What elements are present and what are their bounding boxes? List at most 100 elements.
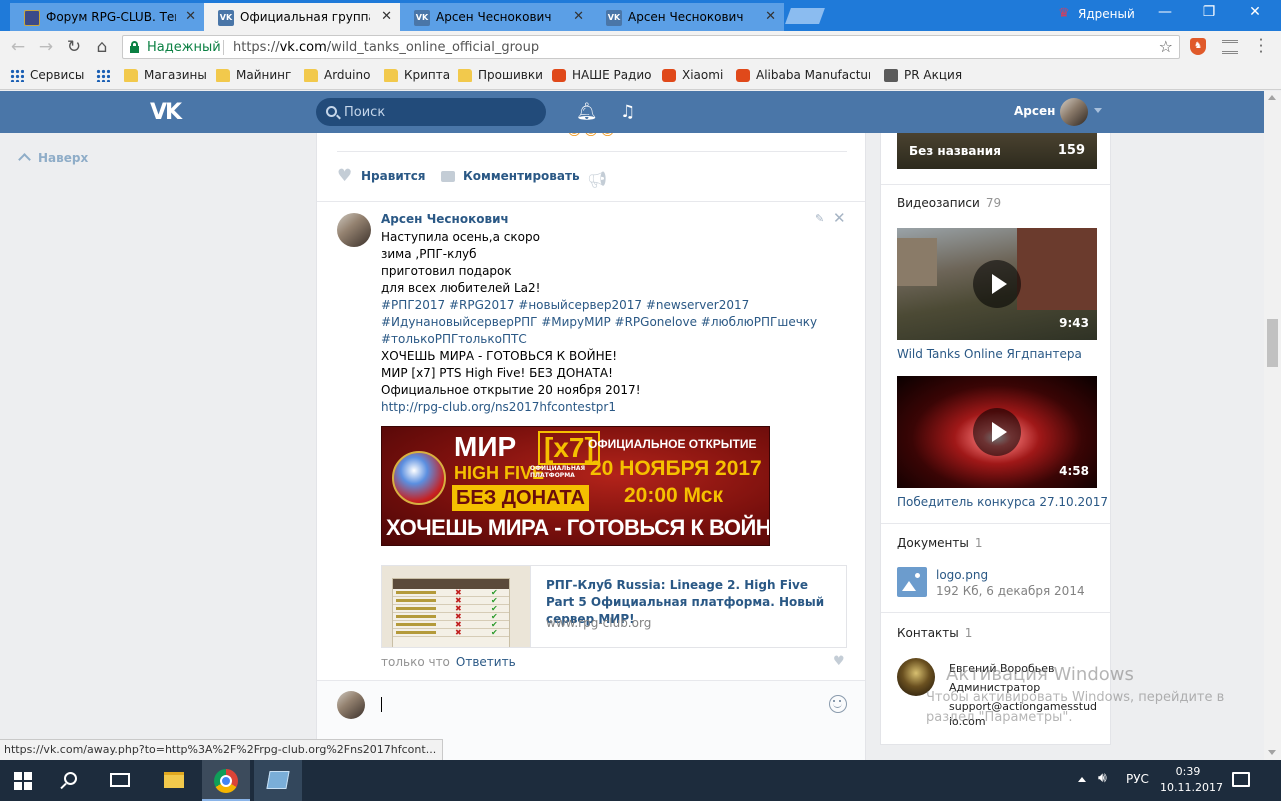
speaker-volume-icon[interactable]: 🔊︎ [1098, 770, 1107, 786]
incognito-profile-icon[interactable]: ♛ [1058, 6, 1074, 22]
clock-time: 0:39 [1175, 765, 1201, 778]
security-label[interactable]: Надежный [147, 40, 221, 55]
new-tab-button[interactable] [785, 8, 825, 24]
link-preview-card[interactable]: ✖ ✔ ✖ ✔ ✖ ✔ ✖ ✔ ✖ ✔ ✖ ✔ РПГ-Клуб Russia: Linea… [381, 565, 847, 648]
forward-arrow-icon[interactable]: → [35, 36, 57, 58]
browser-profile-name[interactable]: Ядреный [1078, 7, 1135, 21]
back-arrow-icon[interactable]: ← [7, 36, 29, 58]
scroll-down-arrow-icon[interactable] [1268, 750, 1276, 755]
bookmark-folder[interactable]: Arduino [304, 68, 370, 84]
search-icon[interactable] [64, 772, 77, 785]
vk-logo-icon[interactable]: VK [150, 100, 184, 125]
reply-link[interactable]: Ответить [456, 655, 516, 669]
photo-album-card[interactable]: Без названия 159 [897, 133, 1097, 169]
bookmark-label: Alibaba Manufacturer [756, 68, 870, 82]
bookmark-folder[interactable]: Крипта [384, 68, 450, 84]
brave-extension-icon[interactable]: ♞ [1190, 38, 1206, 55]
bookmark-folder[interactable]: Магазины [124, 68, 207, 84]
close-tab-icon[interactable]: ✕ [573, 9, 584, 24]
address-bar[interactable]: Надежный https://vk.com/wild_tanks_onlin… [122, 35, 1180, 59]
comment-author-avatar[interactable] [337, 213, 371, 247]
bookmark-folder[interactable]: Майнинг [216, 68, 291, 84]
close-tab-icon[interactable]: ✕ [765, 9, 776, 24]
chrome-icon[interactable] [214, 769, 238, 793]
extension-icon[interactable] [1222, 40, 1238, 54]
bookmark-item[interactable]: PR Акция [884, 68, 962, 84]
documents-header[interactable]: Документы 1 [897, 536, 982, 550]
windows-start-icon[interactable] [0, 760, 48, 801]
album-name: Без названия [909, 144, 1001, 158]
show-hidden-icons-chevron-icon[interactable] [1078, 777, 1086, 782]
video-title[interactable]: Победитель конкурса 27.10.2017 [897, 495, 1108, 509]
comparison-table-image: ✖ ✔ ✖ ✔ ✖ ✔ ✖ ✔ ✖ ✔ ✖ ✔ [392, 578, 510, 647]
nashe-radio-icon [552, 69, 566, 82]
scroll-up-arrow-icon[interactable] [1268, 95, 1276, 100]
contacts-header[interactable]: Контакты 1 [897, 626, 972, 640]
bookmarks-bar: Сервисы Магазины Майнинг Arduino Крипта … [0, 63, 1281, 90]
reload-icon[interactable]: ↻ [63, 36, 85, 58]
back-to-top-link[interactable]: Наверх [18, 151, 88, 166]
document-name[interactable]: logo.png [936, 568, 988, 582]
chrome-menu-icon[interactable]: · · · [1256, 33, 1266, 60]
browser-tab[interactable]: VK Арсен Чеснокович ✕ [400, 3, 592, 31]
music-note-icon[interactable]: ♫ [620, 102, 635, 122]
image-file-icon[interactable] [897, 567, 927, 597]
bookmark-item[interactable]: Сервисы [10, 68, 84, 84]
notepad-app-icon[interactable] [266, 771, 290, 789]
bookmark-item[interactable]: Alibaba Manufacturer [736, 68, 870, 84]
page-scrollbar[interactable] [1264, 91, 1281, 760]
bookmark-folder[interactable]: Прошивки [458, 68, 543, 84]
task-view-icon[interactable] [110, 773, 130, 787]
video-thumbnail[interactable]: 4:58 [897, 376, 1097, 488]
apps-grid-icon [96, 69, 110, 82]
hashtag-line[interactable]: #РПГ2017 #RPG2017 #новыйсервер2017 #news… [381, 297, 841, 314]
vk-search-input[interactable] [344, 103, 534, 121]
action-center-icon[interactable] [1232, 772, 1250, 787]
browser-tab[interactable]: Форум RPG-CLUB. Тема ✕ [10, 3, 204, 31]
bookmark-item[interactable]: НАШЕ Радио [552, 68, 652, 84]
comment-author-name[interactable]: Арсен Чеснокович [381, 212, 509, 226]
minimize-icon[interactable]: — [1142, 4, 1188, 20]
close-tab-icon[interactable]: ✕ [185, 9, 196, 24]
notifications-bell-icon[interactable]: 🔔︎ [576, 102, 598, 122]
window-close-icon[interactable]: ✕ [1232, 4, 1278, 20]
play-icon[interactable] [973, 260, 1021, 308]
url-text[interactable]: https://vk.com/wild_tanks_online_officia… [233, 40, 539, 55]
play-icon[interactable] [973, 408, 1021, 456]
browser-tab-active[interactable]: VK Официальная группа иг ✕ [204, 3, 400, 31]
vk-search-box[interactable] [316, 98, 546, 126]
scrollbar-thumb[interactable] [1267, 319, 1278, 367]
browser-tab[interactable]: VK Арсен Чеснокович ✕ [592, 3, 784, 31]
bookmark-item[interactable]: Xiaomi [662, 68, 723, 84]
comment-line: ХОЧЕШЬ МИРА - ГОТОВЬСЯ К ВОЙНЕ! [381, 349, 618, 363]
browser-tab-strip: Форум RPG-CLUB. Тема ✕ VK Официальная гр… [0, 0, 1281, 31]
input-language-indicator[interactable]: РУС [1126, 772, 1149, 786]
wall-column: ☺☺☺ ♥ Нравится Комментировать 📢︎ Арсен Че… [316, 133, 866, 760]
like-button[interactable]: ♥ Нравится [337, 168, 426, 185]
system-clock[interactable]: 0:39 10.11.2017 [1160, 764, 1223, 796]
comment-button[interactable]: Комментировать [439, 169, 580, 183]
bookmark-star-icon[interactable]: ☆ [1159, 37, 1173, 56]
file-explorer-icon[interactable] [164, 772, 184, 788]
video-thumbnail[interactable]: 9:43 [897, 228, 1097, 340]
comment-line: приготовил подарок [381, 264, 512, 278]
vk-user-name[interactable]: Арсен [1014, 104, 1055, 118]
bookmark-item[interactable] [96, 68, 116, 84]
comment-label: Комментировать [463, 169, 580, 183]
comment-link[interactable]: http://rpg-club.org/ns2017hfcontestpr1 [381, 399, 841, 416]
maximize-icon[interactable]: ❐ [1186, 4, 1232, 20]
share-megaphone-icon[interactable]: 📢︎ [587, 170, 607, 189]
promo-banner-image[interactable]: МИР [x7] HIGH FIVE ОФИЦИАЛЬНАЯ ПЛАТФОРМА… [381, 426, 770, 546]
videos-header[interactable]: Видеозаписи 79 [897, 196, 1001, 210]
hashtag-line[interactable]: #ИдунановыйсерверРПГ #МируМИР #RPGonelov… [381, 314, 841, 331]
pencil-edit-icon[interactable]: ✎ [815, 212, 824, 225]
hashtag-line[interactable]: #толькоРПГтолькоПТС [381, 331, 841, 348]
close-tab-icon[interactable]: ✕ [381, 9, 392, 24]
comment-like-heart-icon[interactable]: ♥ [833, 654, 845, 669]
emoji-smile-icon[interactable] [829, 695, 847, 713]
video-title[interactable]: Wild Tanks Online Ягдпантера [897, 347, 1082, 361]
home-icon[interactable]: ⌂ [91, 36, 113, 58]
chevron-down-icon[interactable] [1094, 108, 1102, 113]
user-avatar[interactable] [1060, 98, 1088, 126]
delete-comment-icon[interactable]: ✕ [833, 209, 846, 227]
